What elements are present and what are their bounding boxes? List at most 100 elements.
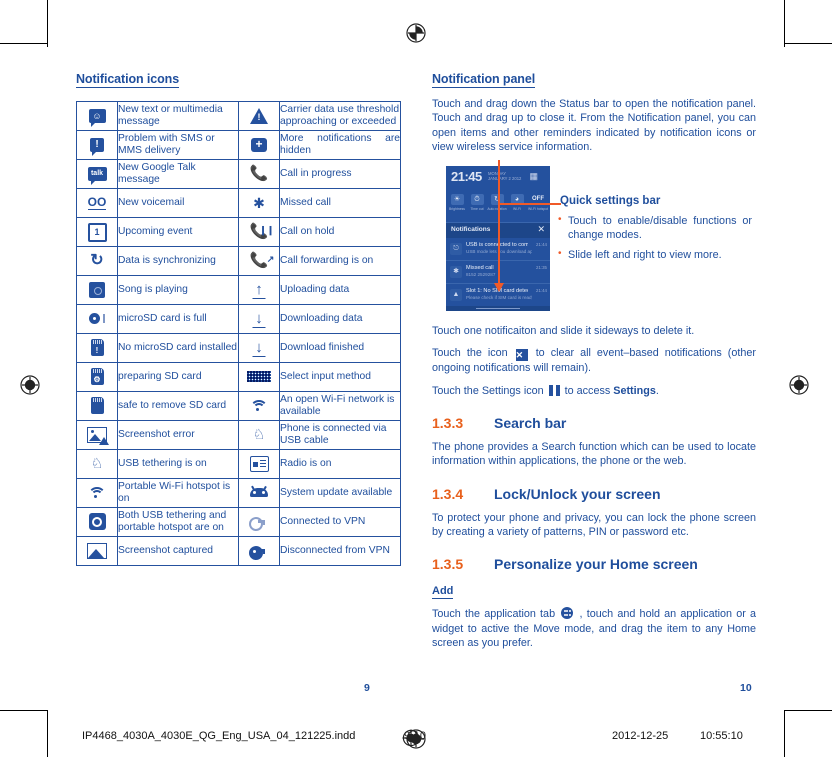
voicemail-icon: OO <box>76 188 118 218</box>
settings-icon <box>548 384 560 396</box>
section-body-lock-unlock: To protect your phone and privacy, you c… <box>432 511 756 538</box>
print-time: 10:55:10 <box>700 730 743 742</box>
radio-icon <box>238 449 280 479</box>
icon-label: Call forwarding is on <box>279 246 401 276</box>
crop-mark-top-right-v <box>784 0 785 47</box>
print-page-marker: 9-10 <box>404 730 427 742</box>
screenshot-error-icon <box>76 420 118 450</box>
icon-label: Data is synchronizing <box>117 246 239 276</box>
table-row: 1 Upcoming event 📞 ❙❙ Call on hold <box>76 217 401 247</box>
icon-label: Both USB tethering and portable hotspot … <box>117 507 239 537</box>
print-date: 2012-12-25 <box>612 730 669 742</box>
icon-label: No microSD card installed <box>117 333 239 363</box>
notification-time: 21:35 <box>536 265 547 271</box>
table-row: Portable Wi-Fi hotspot is on System upda… <box>76 478 401 508</box>
status-time: 21:45 <box>451 169 482 185</box>
quick-setting-brightness[interactable]: ☀ Brightness <box>447 194 467 211</box>
message-smiley-icon: ☺ <box>76 101 118 131</box>
close-x-icon[interactable]: ✕ <box>537 224 545 235</box>
table-row: Screenshot captured Disconnected from VP… <box>76 536 401 566</box>
callout-arrow <box>494 160 503 293</box>
icon-label: Select input method <box>279 362 401 392</box>
music-playing-icon <box>76 275 118 305</box>
crop-mark-bottom-left-v <box>47 710 48 757</box>
icon-label: Upcoming event <box>117 217 239 247</box>
icon-label: Connected to VPN <box>279 507 401 537</box>
section-body-personalize: Touch the application tab , touch and ho… <box>432 607 756 650</box>
android-update-icon <box>238 478 280 508</box>
table-row: ! Problem with SMS or MMS delivery More … <box>76 130 401 160</box>
quick-setting-label: Brightness <box>448 207 466 212</box>
icon-label: Carrier data use threshold approaching o… <box>279 101 401 131</box>
settings-text-b: to access <box>564 384 611 397</box>
table-row: Song is playing ↑ Uploading data <box>76 275 401 305</box>
section-title: Search bar <box>494 415 567 432</box>
notification-panel-heading: Notification panel <box>432 72 536 88</box>
notification-time: 21:44 <box>536 288 547 294</box>
page-number-right: 10 <box>740 682 752 694</box>
section-heading-1-3-3: 1.3.3 Search bar <box>432 415 756 432</box>
notification-icons-table: ☺ New text or multimedia message ! Carri… <box>76 101 401 566</box>
paragraph-clear-notifications: Touch the icon ✕ to clear all event–base… <box>432 346 756 375</box>
section-heading-1-3-5: 1.3.5 Personalize your Home screen <box>432 556 756 573</box>
notification-icons-heading: Notification icons <box>76 72 180 88</box>
icon-label: Call on hold <box>279 217 401 247</box>
vpn-disconnected-icon <box>238 536 280 566</box>
personalize-text-a: Touch the application tab <box>432 608 556 621</box>
notification-time: 21:44 <box>536 242 547 248</box>
keyboard-icon <box>238 362 280 392</box>
left-page-column: Notification icons ☺ New text or multime… <box>76 70 401 566</box>
quick-setting-label: Wi-Fi hotspot <box>528 207 548 212</box>
notification-title: Missed call <box>466 265 494 272</box>
crop-mark-top-left-h <box>0 43 47 44</box>
crop-mark-bottom-left-h <box>0 710 47 711</box>
icon-label: New Google Talk message <box>117 159 239 189</box>
crop-mark-bottom-right-h <box>785 710 832 711</box>
icon-label: New voicemail <box>117 188 239 218</box>
icon-label: Downloading data <box>279 304 401 334</box>
icon-label: System update available <box>279 478 401 508</box>
callout-bullets: Touch to enable/disable functions or cha… <box>558 213 752 267</box>
download-finished-icon: ↓ <box>238 333 280 363</box>
more-notifications-plus-icon <box>238 130 280 160</box>
table-row: OO New voicemail ✱ Missed call <box>76 188 401 218</box>
icon-label: Disconnected from VPN <box>279 536 401 566</box>
quick-setting-timeout[interactable]: ⏱ Time out <box>467 194 487 211</box>
quick-setting-label: Auto rotation <box>487 207 507 212</box>
wifi-open-network-icon <box>238 391 280 421</box>
screenshot-captured-icon <box>76 536 118 566</box>
table-row: ☺ New text or multimedia message ! Carri… <box>76 101 401 131</box>
icon-label: More notifications are hidden <box>279 130 401 160</box>
right-page-column: Notification panel Touch and drag down t… <box>432 70 756 650</box>
usb-tethering-icon: ♘ <box>76 449 118 479</box>
icon-label: Phone is connected via USB cable <box>279 420 401 450</box>
icon-label: Portable Wi-Fi hotspot is on <box>117 478 239 508</box>
message-problem-icon: ! <box>76 130 118 160</box>
tethering-and-hotspot-icon <box>76 507 118 537</box>
sync-icon: ↻ <box>76 246 118 276</box>
subheading-add: Add <box>432 585 454 600</box>
settings-icon[interactable]: ▦ <box>529 171 538 182</box>
icon-label: preparing SD card <box>117 362 239 392</box>
table-row: talk New Google Talk message 📞 Call in p… <box>76 159 401 189</box>
paragraph-delete-notification: Touch one notificaiton and slide it side… <box>432 325 695 338</box>
application-tab-icon <box>561 607 574 620</box>
calendar-event-icon: 1 <box>76 217 118 247</box>
section-number: 1.3.5 <box>432 556 464 573</box>
upload-arrow-icon: ↑ <box>238 275 280 305</box>
crop-mark-top-right-h <box>785 43 832 44</box>
print-filename: IP4468_4030A_4030E_QG_Eng_USA_04_121225.… <box>82 730 356 742</box>
section-title: Lock/Unlock your screen <box>494 485 661 502</box>
brightness-icon: ☀ <box>450 194 464 206</box>
table-row: ⚙ preparing SD card Select input method <box>76 362 401 392</box>
page-number-left: 9 <box>364 682 370 694</box>
icon-label: USB tethering is on <box>117 449 239 479</box>
clear-text-a: Touch the icon <box>432 347 508 360</box>
usb-cable-icon: ♘ <box>238 420 280 450</box>
table-row: Screenshot error ♘ Phone is connected vi… <box>76 420 401 450</box>
icon-label: Missed call <box>279 188 401 218</box>
section-title: Personalize your Home screen <box>494 556 698 573</box>
notification-title: USB is connected to com <box>466 242 528 249</box>
icon-label: Screenshot captured <box>117 536 239 566</box>
notification-panel-intro: Touch and drag down the Status bar to op… <box>432 98 756 153</box>
